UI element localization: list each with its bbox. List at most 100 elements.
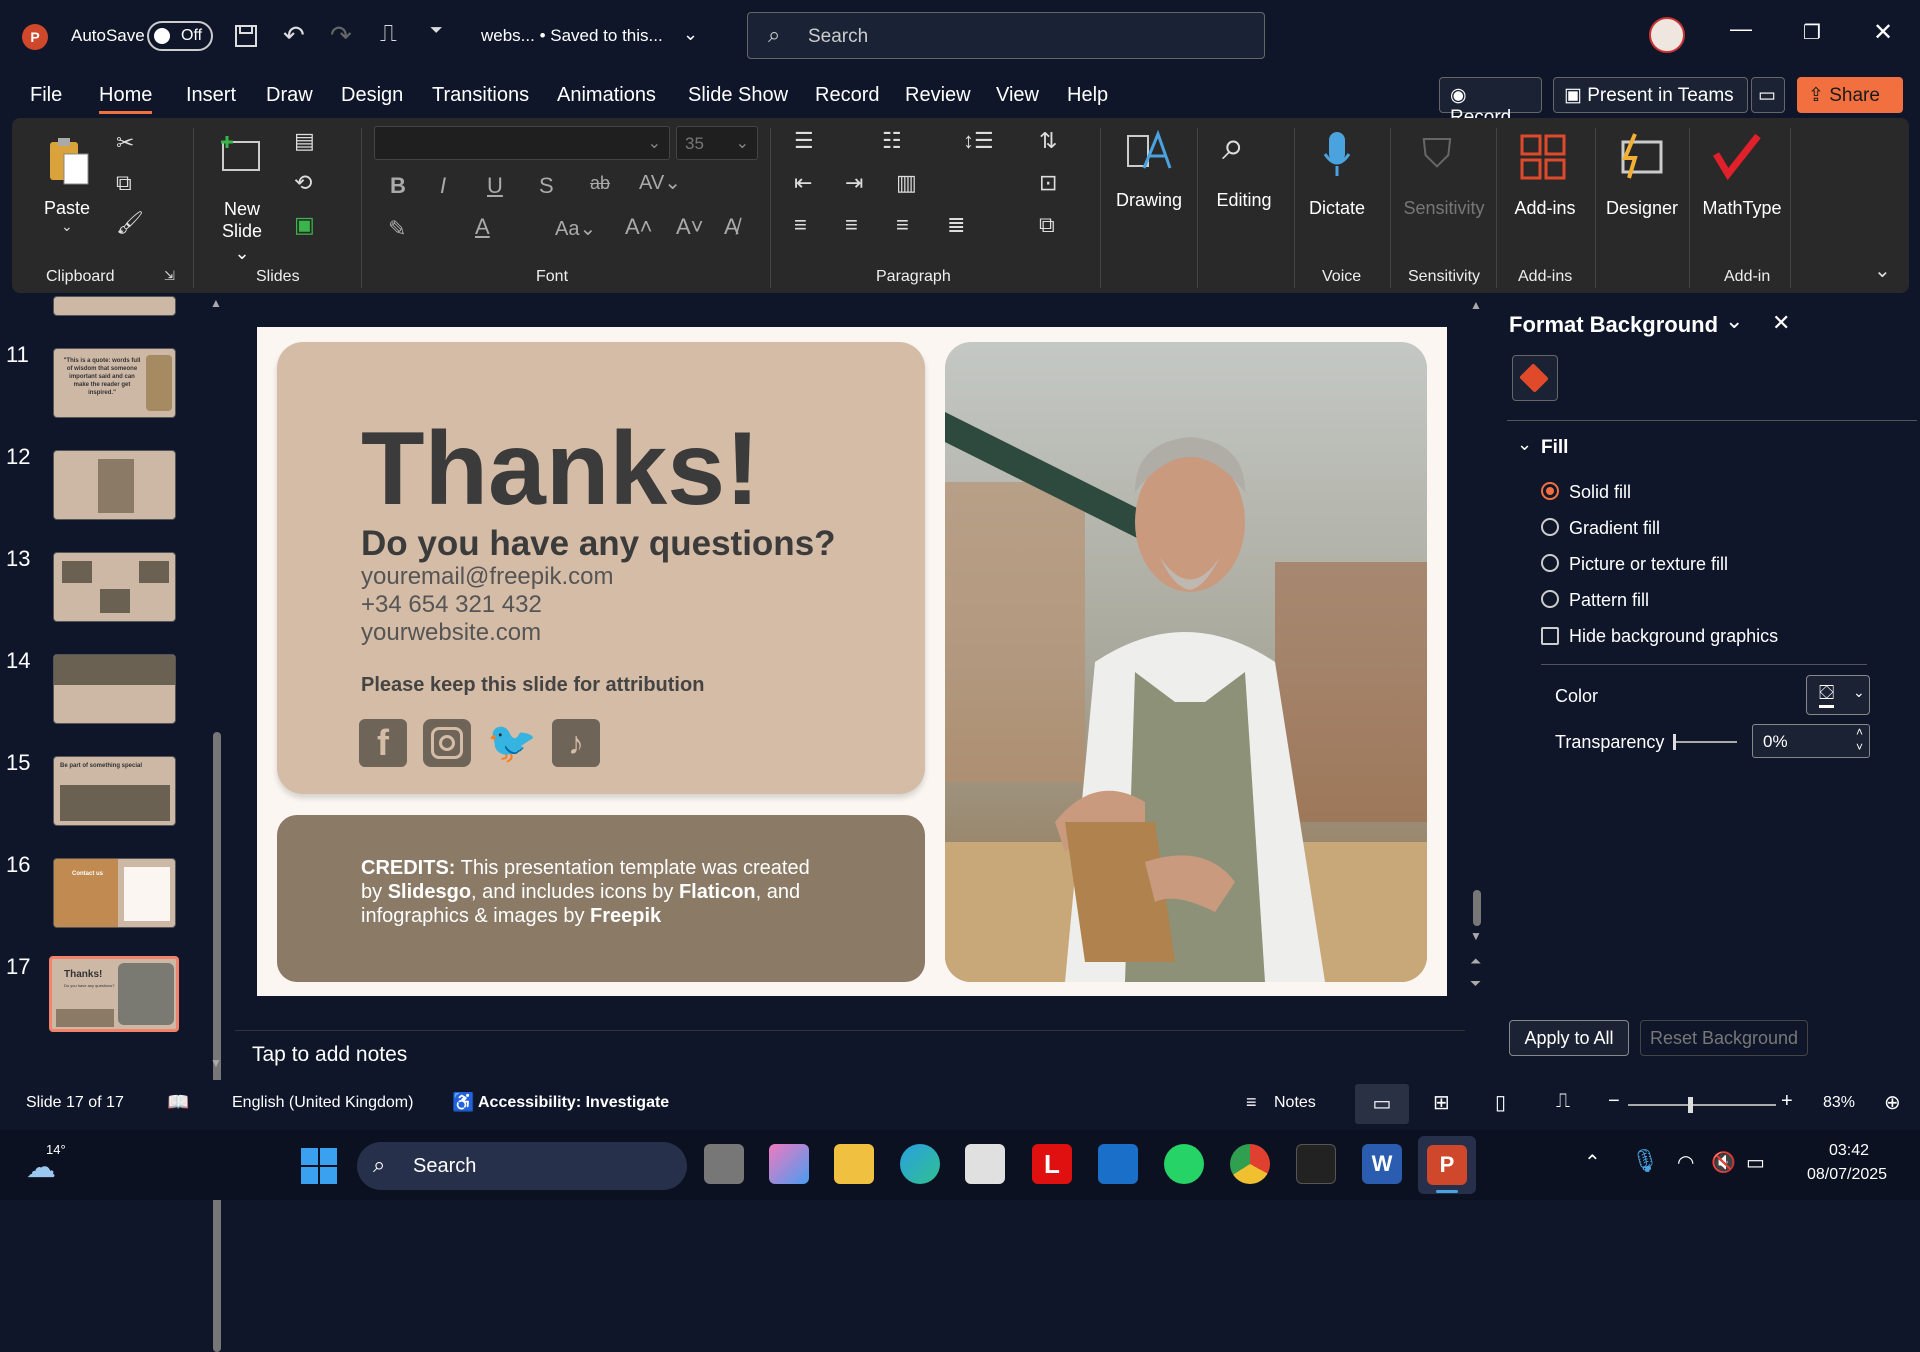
- reset-background-button[interactable]: Reset Background: [1640, 1020, 1808, 1056]
- font-size-input[interactable]: 35 ⌄: [676, 126, 758, 160]
- format-painter-icon[interactable]: 🖌: [116, 210, 144, 236]
- scroll-down-icon[interactable]: ▼: [210, 1056, 222, 1070]
- next-slide-icon[interactable]: ⏷: [1470, 975, 1481, 992]
- shopkeeper-photo[interactable]: [945, 342, 1427, 982]
- tiktok-icon[interactable]: ♪: [552, 719, 600, 767]
- text-direction-icon[interactable]: ⇅: [1039, 128, 1057, 154]
- editing-label[interactable]: Editing: [1207, 190, 1281, 211]
- increase-font-icon[interactable]: A˄: [625, 214, 653, 240]
- picture-fill-radio[interactable]: [1541, 554, 1559, 572]
- thumbnail-scrollbar[interactable]: [213, 732, 221, 1352]
- close-icon[interactable]: ✕: [1873, 18, 1893, 47]
- autosave-toggle[interactable]: Off: [147, 21, 213, 51]
- task-view-icon[interactable]: [704, 1144, 744, 1184]
- previous-slide-icon[interactable]: ⏶: [1470, 953, 1481, 970]
- sensitivity-label[interactable]: Sensitivity: [1394, 198, 1494, 219]
- slide-subtitle[interactable]: Do you have any questions?: [361, 524, 836, 564]
- sensitivity-icon[interactable]: ⛉: [1422, 132, 1452, 177]
- search-box[interactable]: ⌕ Search: [747, 12, 1265, 59]
- tab-review[interactable]: Review: [905, 84, 971, 107]
- notes-area[interactable]: Tap to add notes: [235, 1030, 1465, 1076]
- tab-animations[interactable]: Animations: [557, 84, 656, 107]
- underline-icon[interactable]: U: [487, 173, 503, 199]
- new-slide-label[interactable]: New Slide ⌄: [212, 198, 272, 264]
- line-spacing-icon[interactable]: ↕☰: [963, 128, 994, 154]
- tab-home[interactable]: Home: [99, 84, 153, 114]
- chevron-down-icon[interactable]: ⌄: [1517, 434, 1532, 455]
- microphone-icon[interactable]: 🎙: [1631, 1148, 1659, 1174]
- zoom-slider[interactable]: [1628, 1097, 1776, 1113]
- microphone-icon[interactable]: [1322, 130, 1352, 180]
- attribution-note[interactable]: Please keep this slide for attribution: [361, 674, 704, 697]
- gradient-fill-label[interactable]: Gradient fill: [1569, 518, 1660, 539]
- canvas-scrollbar[interactable]: [1473, 890, 1481, 926]
- chrome-icon[interactable]: [1230, 1144, 1270, 1184]
- align-text-icon[interactable]: ⊡: [1039, 170, 1057, 196]
- increase-indent-icon[interactable]: ⇥: [845, 170, 863, 196]
- slide-thumbnail-16[interactable]: Contact us: [53, 858, 176, 928]
- slide-thumbnail-17[interactable]: Thanks! Do you have any questions?: [49, 956, 179, 1032]
- section-icon[interactable]: ▣: [294, 212, 315, 238]
- contact-email[interactable]: youremail@freepik.com: [361, 563, 613, 591]
- accessibility-icon[interactable]: ♿: [452, 1092, 474, 1113]
- change-case-icon[interactable]: Aa⌄: [555, 216, 596, 241]
- mathtype-icon[interactable]: [1712, 134, 1762, 180]
- customize-toolbar-icon[interactable]: ⏷: [430, 22, 443, 40]
- fill-section-header[interactable]: Fill: [1541, 437, 1568, 459]
- contact-phone[interactable]: +34 654 321 432: [361, 591, 542, 619]
- tab-draw[interactable]: Draw: [266, 84, 313, 107]
- normal-view-button[interactable]: ▭: [1355, 1084, 1409, 1124]
- undo-icon[interactable]: ↶: [283, 20, 305, 51]
- designer-label[interactable]: Designer: [1602, 198, 1682, 219]
- taskbar-search[interactable]: ⌕ Search: [357, 1142, 687, 1190]
- tab-transitions[interactable]: Transitions: [432, 84, 529, 107]
- strikethrough-icon[interactable]: ab: [590, 173, 610, 194]
- notes-icon[interactable]: ≡: [1246, 1092, 1257, 1113]
- addins-label[interactable]: Add-ins: [1508, 198, 1582, 219]
- reset-icon[interactable]: ⟲: [294, 170, 312, 196]
- solid-fill-label[interactable]: Solid fill: [1569, 482, 1631, 503]
- hide-bg-checkbox[interactable]: [1541, 627, 1559, 645]
- smartart-icon[interactable]: ⧉: [1039, 212, 1055, 238]
- slide-thumbnail-13[interactable]: [53, 552, 176, 622]
- picture-fill-label[interactable]: Picture or texture fill: [1569, 554, 1728, 575]
- mathtype-label[interactable]: MathType: [1694, 198, 1790, 219]
- slide-thumbnail-15[interactable]: Be part of something special: [53, 756, 176, 826]
- whatsapp-icon[interactable]: [1164, 1144, 1204, 1184]
- dialog-launcher-icon[interactable]: ⇲: [164, 268, 175, 284]
- paste-icon[interactable]: [46, 136, 92, 188]
- paste-label[interactable]: Paste: [42, 198, 92, 219]
- tab-view[interactable]: View: [996, 84, 1039, 107]
- zoom-in-icon[interactable]: +: [1781, 1090, 1793, 1113]
- slideshow-view-icon[interactable]: ⎍: [1556, 1090, 1570, 1113]
- tab-file[interactable]: File: [30, 84, 62, 107]
- record-button[interactable]: ◉ Record: [1439, 77, 1542, 128]
- powerpoint-taskbar-icon[interactable]: P: [1418, 1136, 1476, 1194]
- decrease-indent-icon[interactable]: ⇤: [794, 170, 812, 196]
- close-icon[interactable]: ✕: [1772, 310, 1790, 336]
- contact-website[interactable]: yourwebsite.com: [361, 619, 541, 647]
- pattern-fill-radio[interactable]: [1541, 590, 1559, 608]
- redo-icon[interactable]: ↷: [330, 20, 352, 51]
- tab-insert[interactable]: Insert: [186, 84, 236, 107]
- align-left-icon[interactable]: ≡: [794, 212, 807, 238]
- instagram-icon[interactable]: [423, 719, 471, 767]
- store-icon[interactable]: [965, 1144, 1005, 1184]
- layout-icon[interactable]: ▤: [294, 128, 315, 154]
- new-slide-icon[interactable]: [217, 134, 263, 174]
- facebook-icon[interactable]: f: [359, 719, 407, 767]
- gradient-fill-radio[interactable]: [1541, 518, 1559, 536]
- accessibility-status[interactable]: Accessibility: Investigate: [478, 1094, 669, 1112]
- fill-tab-icon[interactable]: [1512, 355, 1558, 401]
- clear-formatting-icon[interactable]: A̸: [724, 214, 739, 240]
- apply-to-all-button[interactable]: Apply to All: [1509, 1020, 1629, 1056]
- share-button[interactable]: ⇪ Share ⌄: [1797, 77, 1903, 129]
- decrease-font-icon[interactable]: A˅: [676, 214, 704, 240]
- slide-title[interactable]: Thanks!: [361, 410, 760, 529]
- chevron-down-icon[interactable]: ⌄: [683, 24, 698, 45]
- chevron-down-icon[interactable]: ⌄: [61, 218, 73, 235]
- cut-icon[interactable]: ✂: [116, 130, 134, 156]
- chevron-up-icon[interactable]: ⌃: [1584, 1150, 1601, 1175]
- bullets-icon[interactable]: ☰: [794, 128, 814, 154]
- italic-icon[interactable]: I: [440, 173, 446, 199]
